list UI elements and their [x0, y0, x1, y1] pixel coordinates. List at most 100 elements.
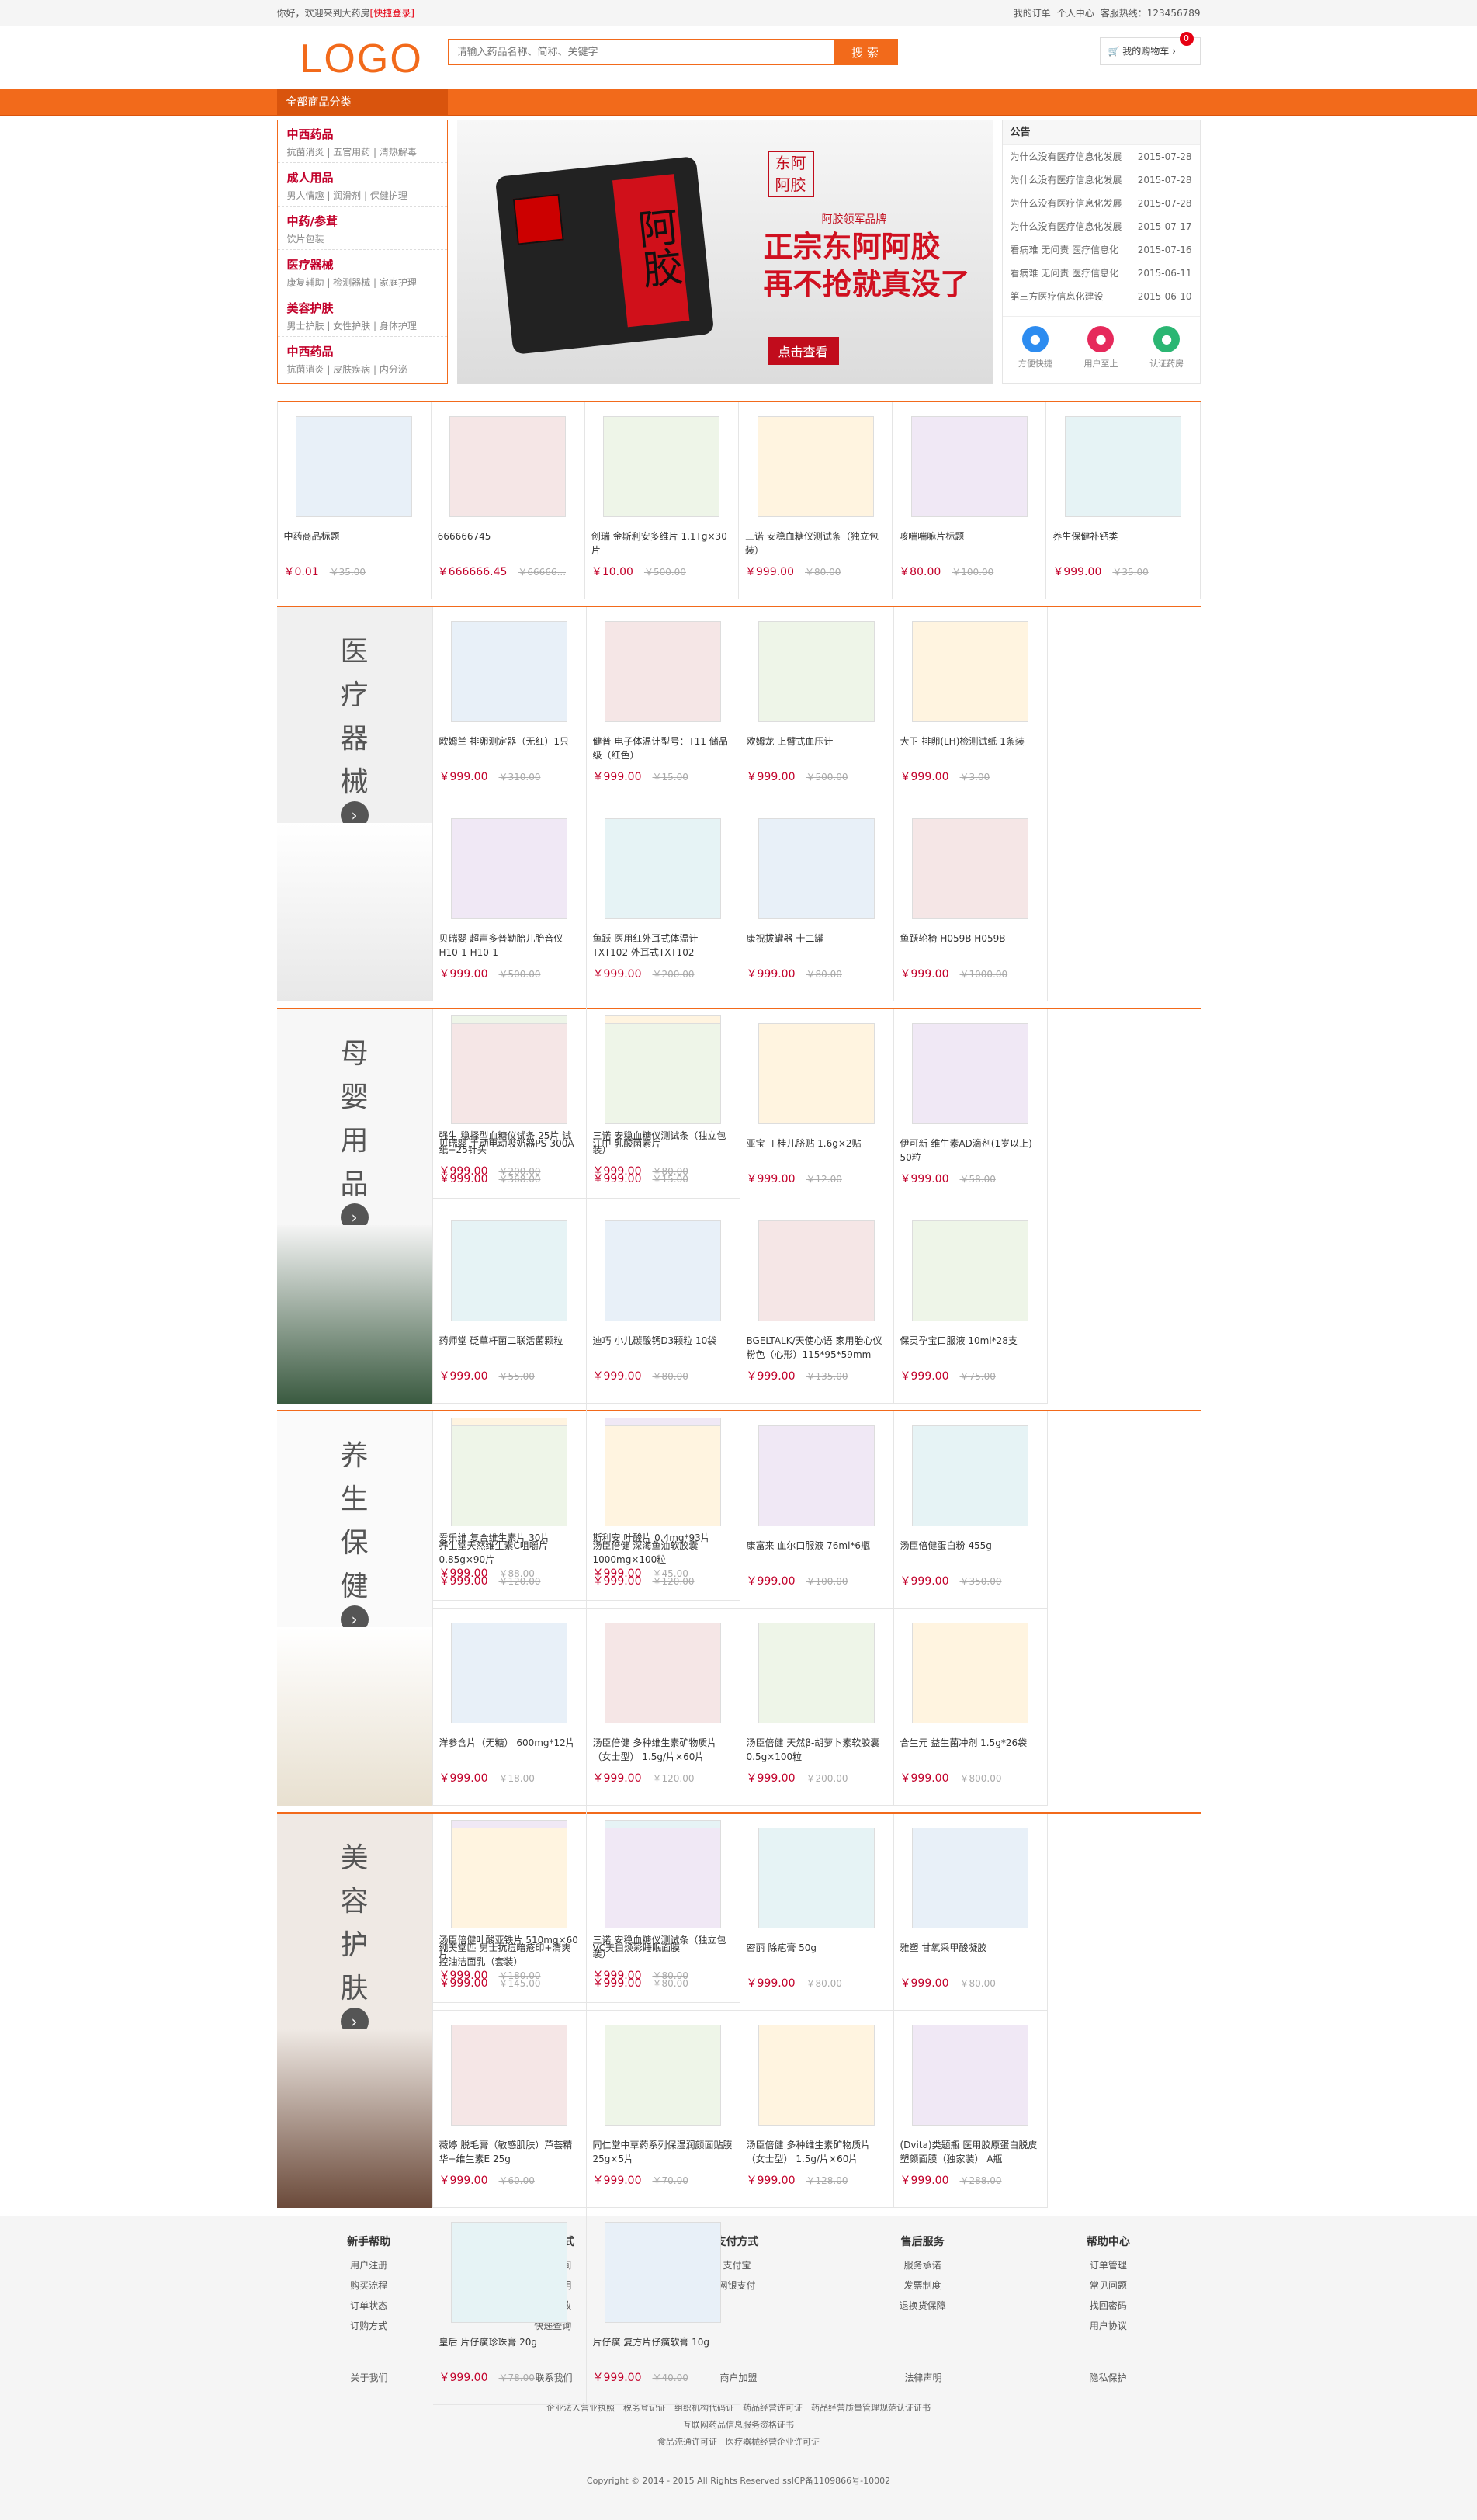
product-card[interactable]: 汤臣倍健 深海鱼油软胶囊 1000mg×100粒 ￥999.00 ￥120.00: [586, 1411, 740, 1609]
product-card[interactable]: 鱼跃 医用红外耳式体温计 TXT102 外耳式TXT102 ￥999.00 ￥200…: [586, 804, 740, 1001]
product-name[interactable]: 汤臣倍健蛋白粉 455g: [900, 1539, 1041, 1567]
footer-link[interactable]: 发票制度: [900, 2275, 946, 2296]
footer-link[interactable]: 常见问题: [1087, 2275, 1130, 2296]
floor-banner[interactable]: 美容护肤 ›: [276, 1814, 432, 2208]
product-card[interactable]: 欧姆龙 上臂式血压计 ￥999.00 ￥500.00: [740, 607, 894, 804]
product-name[interactable]: 汤臣倍健 天然β-胡萝卜素软胶囊 0.5g×100粒: [747, 1736, 887, 1764]
product-card[interactable]: 欧姆兰 排卵测定器（无红）1只 ￥999.00 ￥310.00: [432, 607, 587, 804]
notice-item[interactable]: 看病难 无问责 医疗信息化 2015-07-16: [1003, 238, 1200, 262]
category-item[interactable]: 中药/参茸 饮片包装: [277, 207, 447, 250]
product-image[interactable]: [593, 613, 733, 730]
search-button[interactable]: 搜 索: [834, 40, 896, 64]
notice-item[interactable]: 第三方医疗信息化建设 2015-06-10: [1003, 285, 1200, 308]
category-subitems[interactable]: 饮片包装: [287, 232, 438, 245]
product-name[interactable]: 皇后 片仔癀珍珠膏 20g: [439, 2335, 580, 2363]
product-card[interactable]: 养生堂天然维生素C咀嚼片 0.85g×90片 ￥999.00 ￥120.00: [432, 1411, 587, 1609]
site-logo[interactable]: LOGO: [300, 36, 423, 82]
footer-link[interactable]: 用户协议: [1087, 2316, 1130, 2336]
product-card[interactable]: 汤臣倍健 多种维生素矿物质片（女士型） 1.5g/片×60片 ￥999.00 ￥12…: [586, 1609, 740, 1806]
product-name[interactable]: 亚宝 丁桂儿脐贴 1.6g×2贴: [747, 1137, 887, 1165]
product-image[interactable]: [747, 810, 887, 927]
footer-link[interactable]: 退换货保障: [900, 2296, 946, 2316]
product-card[interactable]: 皇后 片仔癀珍珠膏 20g ￥999.00 ￥78.00: [432, 2208, 587, 2405]
footer-link[interactable]: 服务承诺: [900, 2255, 946, 2275]
product-card[interactable]: 中药商品标题 ￥0.01 ￥35.00: [277, 402, 432, 599]
product-card[interactable]: 鱼跃轮椅 H059B H059B ￥999.00 ￥1000.00: [893, 804, 1048, 1001]
product-image[interactable]: [900, 1213, 1041, 1329]
search-input[interactable]: [449, 40, 834, 64]
notice-text[interactable]: 第三方医疗信息化建设: [1011, 285, 1127, 308]
product-image[interactable]: [899, 408, 1039, 525]
product-image[interactable]: [591, 408, 732, 525]
product-name[interactable]: 同仁堂中草药系列保湿润颜面贴膜 25g×5片: [593, 2138, 733, 2166]
product-card[interactable]: 贝瑞婴 超声多普勒胎儿胎音仪 H10-1 H10-1 ￥999.00 ￥500.00: [432, 804, 587, 1001]
product-name[interactable]: 养生堂天然维生素C咀嚼片 0.85g×90片: [439, 1539, 580, 1567]
product-image[interactable]: [593, 1820, 733, 1936]
product-name[interactable]: 康祝拔罐器 十二罐: [747, 932, 887, 960]
product-image[interactable]: [747, 1418, 887, 1534]
user-center-link[interactable]: 个人中心: [1057, 8, 1094, 19]
product-image[interactable]: [1052, 408, 1193, 525]
product-card[interactable]: 同仁堂中草药系列保湿润颜面贴膜 25g×5片 ￥999.00 ￥70.00: [586, 2011, 740, 2208]
product-image[interactable]: [745, 408, 886, 525]
product-name[interactable]: 密丽 除疤膏 50g: [747, 1941, 887, 1969]
product-image[interactable]: [439, 1213, 580, 1329]
product-name[interactable]: 汤臣倍健 深海鱼油软胶囊 1000mg×100粒: [593, 1539, 733, 1567]
product-name[interactable]: 伊可新 维生素AD滴剂(1岁以上) 50粒: [900, 1137, 1041, 1165]
footer-link[interactable]: 找回密码: [1087, 2296, 1130, 2316]
product-image[interactable]: [593, 1213, 733, 1329]
product-card[interactable]: 健普 电子体温计型号：T11 储品级（红色） ￥999.00 ￥15.00: [586, 607, 740, 804]
product-card[interactable]: 雅塑 甘氧采甲酸凝胶 ￥999.00 ￥80.00: [893, 1814, 1048, 2011]
product-card[interactable]: 纯美堂匹 男士抗痘暗疮印+清爽控油洁面乳（套装） ￥999.00 ￥145.00: [432, 1814, 587, 2011]
product-name[interactable]: 大卫 排卵(LH)检测试纸 1条装: [900, 734, 1041, 762]
product-image[interactable]: [593, 2214, 733, 2331]
category-item[interactable]: 中西药品 抗菌消炎 | 五官用药 | 清热解毒: [277, 120, 447, 163]
product-image[interactable]: [284, 408, 425, 525]
product-card[interactable]: 康富来 血尔口服液 76ml*6瓶 ￥999.00 ￥100.00: [740, 1411, 894, 1609]
floor-banner[interactable]: 医疗器械 ›: [276, 607, 432, 1001]
product-name[interactable]: 康富来 血尔口服液 76ml*6瓶: [747, 1539, 887, 1567]
product-name[interactable]: 健普 电子体温计型号：T11 储品级（红色）: [593, 734, 733, 762]
product-card[interactable]: 药师堂 砭草杆菌二联活菌颗粒 ￥999.00 ￥55.00: [432, 1206, 587, 1404]
footer-link[interactable]: 订单管理: [1087, 2255, 1130, 2275]
product-name[interactable]: 迪巧 小儿碳酸钙D3颗粒 10袋: [593, 1334, 733, 1362]
product-name[interactable]: (Dvita)类题瓶 医用胶原蛋白脱皮塑颜面膜（独家装） A瓶: [900, 2138, 1041, 2166]
notice-text[interactable]: 为什么没有医疗信息化发展: [1011, 192, 1127, 215]
product-name[interactable]: 鱼跃 医用红外耳式体温计 TXT102 外耳式TXT102: [593, 932, 733, 960]
product-image[interactable]: [900, 1820, 1041, 1936]
product-card[interactable]: 汤臣倍健 天然β-胡萝卜素软胶囊 0.5g×100粒 ￥999.00 ￥200.00: [740, 1609, 894, 1806]
product-name[interactable]: 保灵孕宝口服液 10ml*28支: [900, 1334, 1041, 1362]
product-name[interactable]: 江中 乳酸菌素片: [593, 1137, 733, 1165]
product-card[interactable]: 江中 乳酸菌素片 ￥999.00 ￥15.00: [586, 1009, 740, 1206]
product-name[interactable]: 贝瑞婴 手动电动吸奶器PS-300A: [439, 1137, 580, 1165]
notice-item[interactable]: 看病难 无问责 医疗信息化 2015-06-11: [1003, 262, 1200, 285]
product-card[interactable]: VC美白焕彩睡眠面膜 ￥999.00 ￥80.00: [586, 1814, 740, 2011]
product-image[interactable]: [747, 613, 887, 730]
product-name[interactable]: 鱼跃轮椅 H059B H059B: [900, 932, 1041, 960]
footer-link[interactable]: 用户注册: [347, 2255, 390, 2275]
product-name[interactable]: 欧姆兰 排卵测定器（无红）1只: [439, 734, 580, 762]
product-card[interactable]: 合生元 益生菌冲剂 1.5g*26袋 ￥999.00 ￥800.00: [893, 1609, 1048, 1806]
product-card[interactable]: 伊可新 维生素AD滴剂(1岁以上) 50粒 ￥999.00 ￥58.00: [893, 1009, 1048, 1206]
category-title[interactable]: 美容护肤: [287, 300, 438, 316]
product-card[interactable]: 三诺 安稳血糖仪测试条（独立包装） ￥999.00 ￥80.00: [739, 402, 893, 599]
product-name[interactable]: 雅塑 甘氧采甲酸凝胶: [900, 1941, 1041, 1969]
product-card[interactable]: 洋参含片（无糖） 600mg*12片 ￥999.00 ￥18.00: [432, 1609, 587, 1806]
footer-link[interactable]: 订购方式: [347, 2316, 390, 2336]
floor-banner[interactable]: 养生保健 ›: [276, 1411, 432, 1806]
category-title[interactable]: 中西药品: [287, 343, 438, 359]
product-name[interactable]: 创瑞 金斯利安多维片 1.1Tg×30片: [591, 529, 732, 557]
product-image[interactable]: [900, 1015, 1041, 1132]
product-name[interactable]: 薇婷 脱毛膏（敏感肌肤）芦荟精华+维生素E 25g: [439, 2138, 580, 2166]
product-name[interactable]: 汤臣倍健 多种维生素矿物质片（女士型） 1.5g/片×60片: [593, 1736, 733, 1764]
product-card[interactable]: 保灵孕宝口服液 10ml*28支 ￥999.00 ￥75.00: [893, 1206, 1048, 1404]
product-card[interactable]: 666666745 ￥666666.45 ￥66666...: [431, 402, 585, 599]
product-name[interactable]: 纯美堂匹 男士抗痘暗疮印+清爽控油洁面乳（套装）: [439, 1941, 580, 1969]
product-image[interactable]: [900, 1418, 1041, 1534]
category-item[interactable]: 中西药品抗菌消炎 | 皮肤疾病 | 内分泌: [277, 337, 447, 380]
product-card[interactable]: 密丽 除疤膏 50g ￥999.00 ￥80.00: [740, 1814, 894, 2011]
product-card[interactable]: 片仔癀 复方片仔癀软膏 10g ￥999.00 ￥40.00: [586, 2208, 740, 2405]
category-subitems[interactable]: 抗菌消炎 | 皮肤疾病 | 内分泌: [287, 363, 438, 376]
product-image[interactable]: [439, 1615, 580, 1731]
category-item[interactable]: 医疗器械 康复辅助 | 检测器械 | 家庭护理: [277, 250, 447, 293]
